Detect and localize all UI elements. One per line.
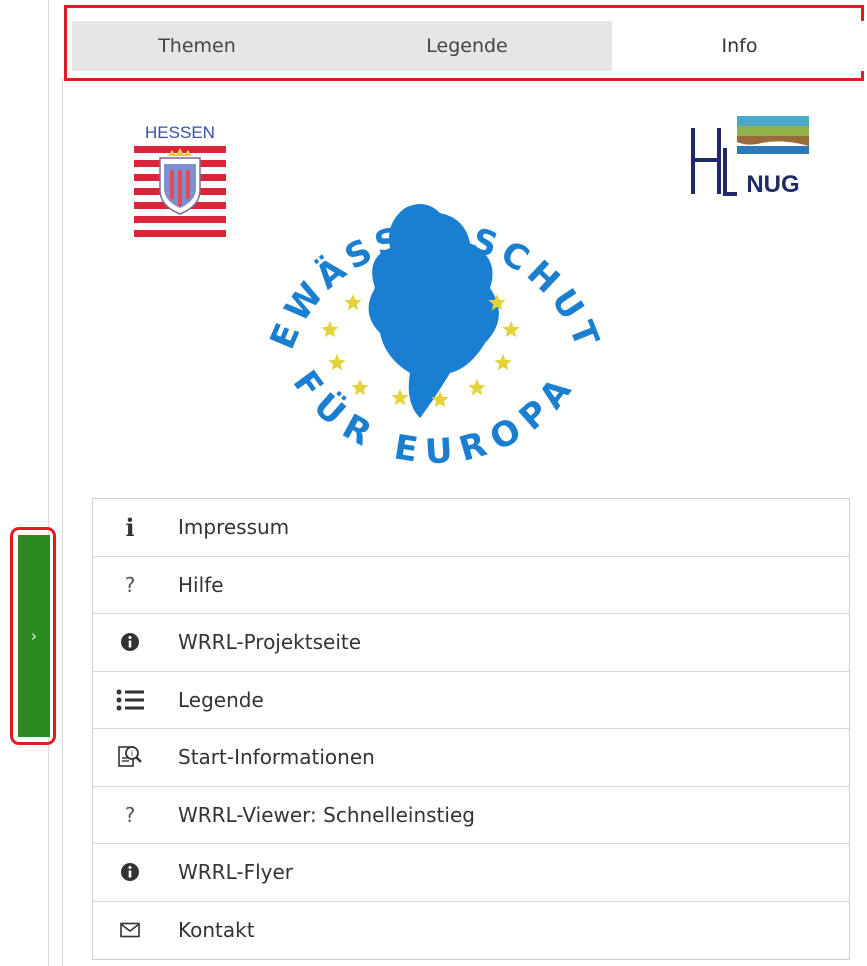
document-search-icon: i	[110, 744, 150, 770]
menu-item-wrrl-viewer-schnelleinstieg[interactable]: ? WRRL-Viewer: Schnelleinstieg	[93, 787, 849, 844]
menu-item-label: Legende	[178, 687, 264, 712]
hessen-stripe	[134, 216, 226, 223]
menu-item-wrrl-flyer[interactable]: WRRL-Flyer	[93, 844, 849, 902]
menu-item-label: WRRL-Flyer	[178, 860, 293, 885]
tab-bar: Themen Legende Info	[72, 21, 867, 71]
list-icon	[110, 689, 150, 711]
menu-item-wrrl-projektseite[interactable]: WRRL-Projektseite	[93, 614, 849, 672]
info-panel-page: › Themen Legende Info HESSEN GEWÄSSERSCH…	[0, 0, 867, 966]
menu-item-label: Kontakt	[178, 918, 255, 943]
hessen-stripe	[134, 230, 226, 237]
logo-area: HESSEN GEWÄSSERSCHUTZ FÜR EUROPA	[100, 98, 840, 498]
menu-item-kontakt[interactable]: Kontakt	[93, 902, 849, 960]
info-menu: i Impressum ? Hilfe WRRL-Projektseite Le…	[92, 498, 850, 960]
svg-text:i: i	[131, 749, 133, 758]
question-icon: ?	[124, 802, 136, 827]
menu-item-hilfe[interactable]: ? Hilfe	[93, 557, 849, 614]
star-icon	[391, 389, 409, 406]
sidebar-toggle-button[interactable]: ›	[18, 535, 50, 737]
question-icon: ?	[124, 572, 136, 597]
info-circle-icon	[110, 632, 150, 652]
star-icon	[494, 354, 512, 371]
panel-divider	[62, 78, 63, 966]
chevron-right-icon: ›	[31, 627, 37, 645]
menu-item-impressum[interactable]: i Impressum	[93, 499, 849, 557]
tab-info[interactable]: Info	[612, 21, 867, 71]
menu-item-legende[interactable]: Legende	[93, 672, 849, 729]
hessen-logo: HESSEN	[134, 123, 226, 237]
info-circle-icon	[110, 862, 150, 882]
gewasserschutz-logo: GEWÄSSERSCHUTZ FÜR EUROPA	[235, 158, 603, 472]
menu-item-label: Impressum	[178, 515, 290, 540]
star-icon	[351, 379, 369, 396]
star-icon	[502, 321, 520, 338]
star-icon	[321, 321, 339, 338]
hessen-logo-text: HESSEN	[145, 123, 215, 142]
hlnug-logo: NUG	[691, 116, 809, 198]
menu-item-label: Start-Informationen	[178, 745, 375, 770]
hlnug-logo-text: NUG	[746, 171, 799, 198]
star-icon	[468, 379, 486, 396]
tab-themen[interactable]: Themen	[72, 21, 322, 71]
menu-item-label: Hilfe	[178, 572, 224, 597]
star-icon	[328, 354, 346, 371]
menu-item-start-informationen[interactable]: i Start-Informationen	[93, 729, 849, 787]
star-icon	[344, 294, 362, 311]
info-letter-icon: i	[125, 512, 135, 542]
tab-legende[interactable]: Legende	[322, 21, 612, 71]
envelope-icon	[110, 922, 150, 938]
left-divider	[48, 0, 49, 966]
menu-item-label: WRRL-Projektseite	[178, 630, 362, 655]
menu-item-label: WRRL-Viewer: Schnelleinstieg	[178, 802, 475, 827]
